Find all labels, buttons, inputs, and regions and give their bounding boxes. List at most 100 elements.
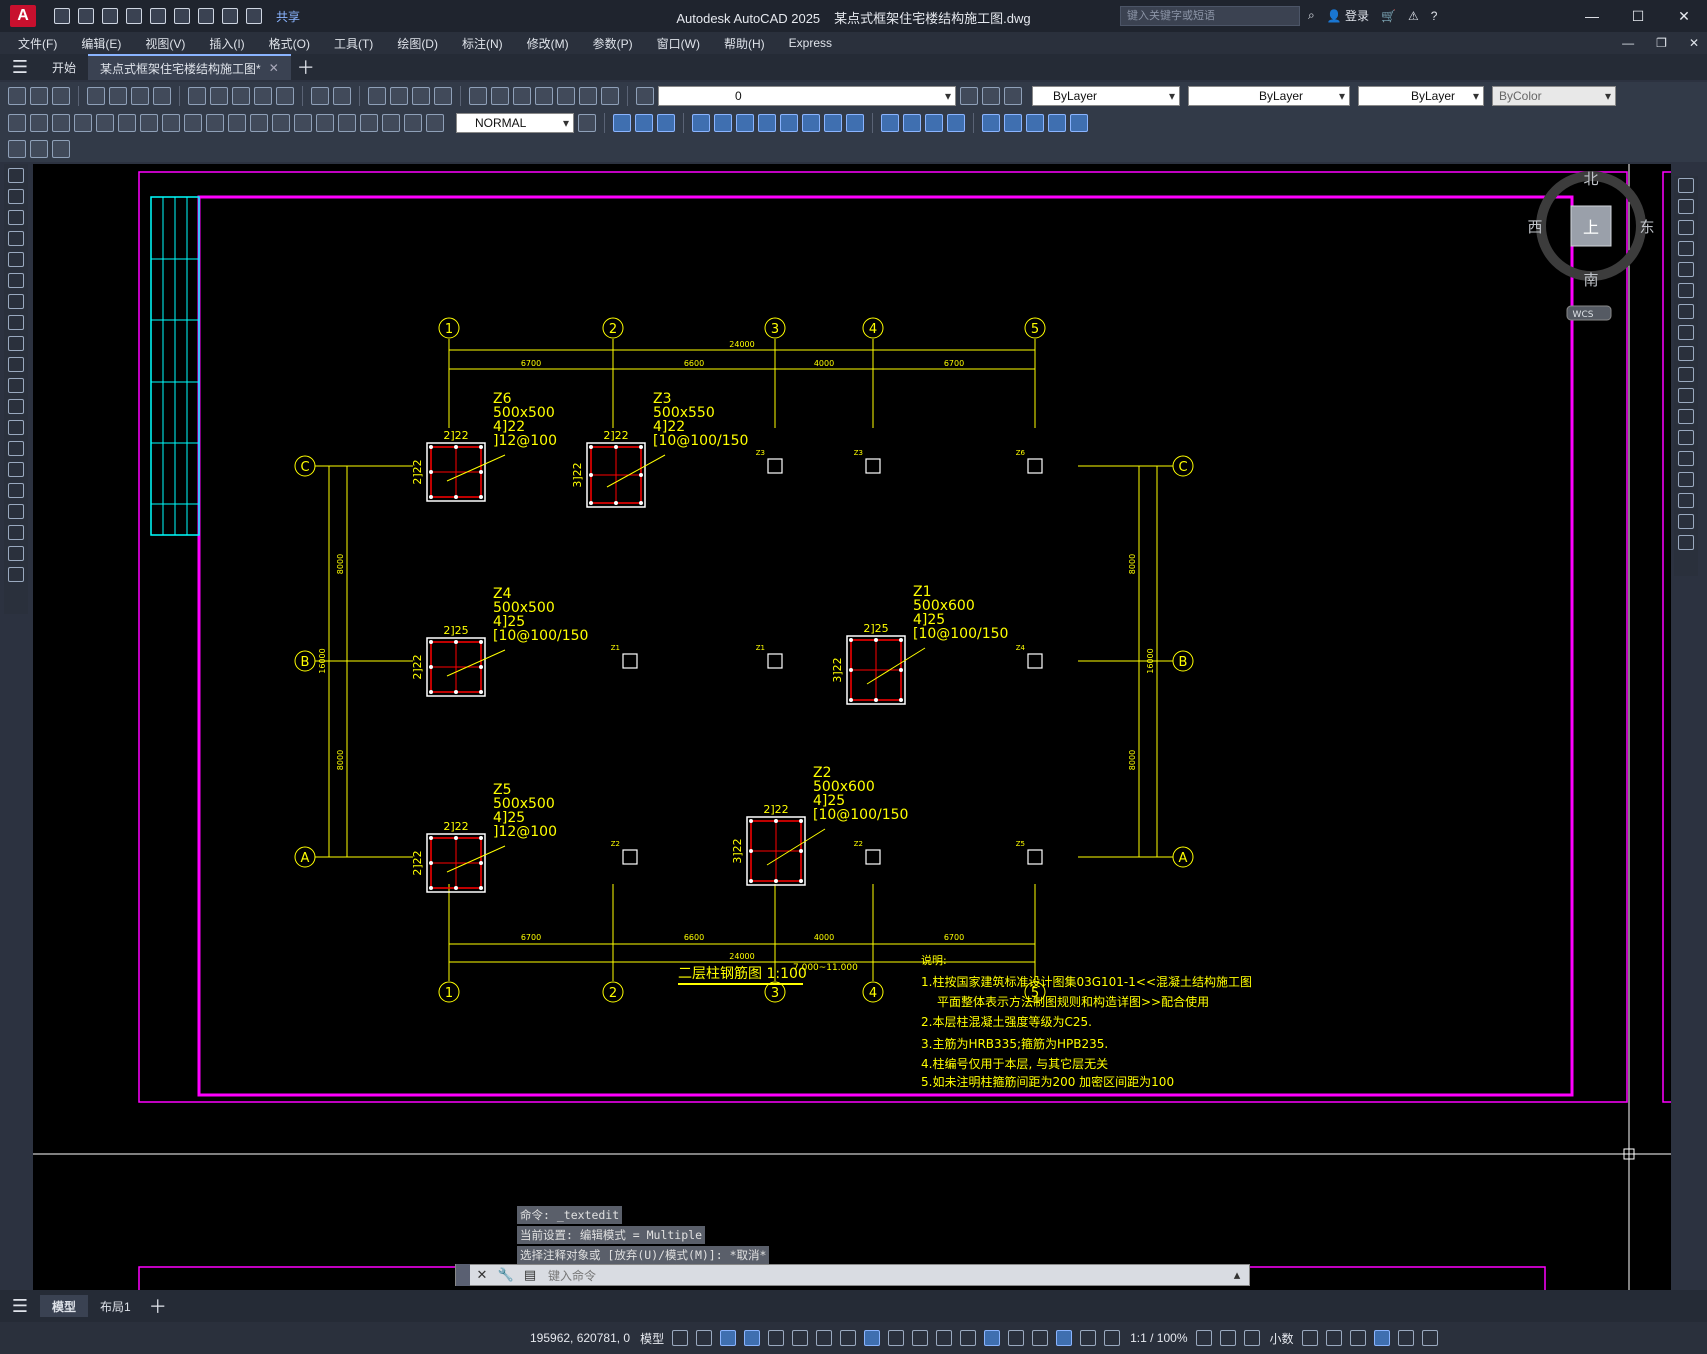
ucs-object-icon[interactable] — [1070, 114, 1088, 132]
zoom-realtime-icon[interactable] — [390, 87, 408, 105]
scale-icon[interactable] — [1678, 325, 1694, 340]
doc-close-icon[interactable]: ✕ — [1689, 36, 1699, 50]
table-icon[interactable] — [8, 525, 24, 540]
dim-break-icon[interactable] — [272, 114, 290, 132]
pdf-icon[interactable] — [153, 87, 171, 105]
tool-palette-icon[interactable] — [513, 87, 531, 105]
coordinates-readout[interactable]: 195962, 620781, 0 — [530, 1331, 630, 1345]
isodraft-icon[interactable] — [816, 1330, 833, 1346]
menu-item-10[interactable]: 窗口(W) — [657, 35, 700, 52]
erase-icon[interactable] — [1678, 178, 1694, 193]
view-bottom-icon[interactable] — [635, 114, 653, 132]
close-tab-icon[interactable]: ✕ — [269, 61, 279, 75]
dim-space-icon[interactable] — [250, 114, 268, 132]
drawing-canvas[interactable]: 1 1 2 2 3 3 4 4 5 5 C C B B A A 24000 6700 6600 4000 6700 670… — [33, 164, 1671, 1290]
tab-start[interactable]: 开始 — [40, 54, 88, 80]
explode-icon[interactable] — [1678, 535, 1694, 550]
spline-icon[interactable] — [8, 336, 24, 351]
quick-dim-icon[interactable] — [184, 114, 202, 132]
dim-diameter-icon[interactable] — [140, 114, 158, 132]
visual-style-realistic-icon[interactable] — [925, 114, 943, 132]
3d-osnap-icon[interactable] — [960, 1330, 977, 1346]
offset-icon[interactable] — [1678, 241, 1694, 256]
close-icon[interactable]: ✕ — [1661, 0, 1707, 32]
polygon-icon[interactable] — [8, 231, 24, 246]
menu-item-7[interactable]: 标注(N) — [462, 35, 503, 52]
open-file-icon[interactable] — [78, 8, 94, 24]
break-icon[interactable] — [1678, 430, 1694, 445]
units-dropdown[interactable]: 小数 — [1270, 1330, 1294, 1347]
view-right-icon[interactable] — [692, 114, 710, 132]
maximize-icon[interactable]: ☐ — [1615, 0, 1661, 32]
grid-icon[interactable] — [672, 1330, 689, 1346]
chamfer-icon[interactable] — [1678, 472, 1694, 487]
make-block-icon[interactable] — [8, 420, 24, 435]
infer-constraints-icon[interactable] — [720, 1330, 737, 1346]
pan-icon[interactable] — [368, 87, 386, 105]
dim-radius-icon[interactable] — [96, 114, 114, 132]
plot-icon[interactable] — [87, 87, 105, 105]
quick-properties-icon[interactable] — [1301, 1330, 1318, 1346]
plot-icon[interactable] — [174, 8, 190, 24]
mtext-icon[interactable] — [8, 546, 24, 561]
lineweight-dropdown[interactable]: ByLayer — [1358, 86, 1484, 106]
line-icon[interactable] — [8, 168, 24, 183]
rotate-icon[interactable] — [1678, 304, 1694, 319]
visual-style-conceptual-icon[interactable] — [947, 114, 965, 132]
transparency-icon[interactable] — [912, 1330, 929, 1346]
annotation-scale-icon[interactable] — [1104, 1330, 1121, 1346]
move-icon[interactable] — [1678, 283, 1694, 298]
open-icon[interactable] — [30, 87, 48, 105]
selection-cycling-icon[interactable] — [936, 1330, 953, 1346]
copy-object-icon[interactable] — [1678, 199, 1694, 214]
tab-layout1[interactable]: 布局1 — [88, 1295, 143, 1317]
help-icon[interactable] — [601, 87, 619, 105]
plotstyle-dropdown[interactable]: ByColor — [1492, 86, 1616, 106]
dim-angular-icon[interactable] — [162, 114, 180, 132]
point-icon[interactable] — [8, 441, 24, 456]
menu-item-0[interactable]: 文件(F) — [18, 35, 57, 52]
dim-edit-icon[interactable] — [382, 114, 400, 132]
tab-model[interactable]: 模型 — [40, 1295, 89, 1317]
insert-block-icon[interactable] — [8, 399, 24, 414]
revision-cloud-icon[interactable] — [8, 315, 24, 330]
history-toggle-icon[interactable]: ▴ — [1225, 1267, 1249, 1283]
gizmo-icon[interactable] — [1032, 1330, 1049, 1346]
menu-item-11[interactable]: 帮助(H) — [724, 35, 765, 52]
object-snap-tracking-icon[interactable] — [840, 1330, 857, 1346]
view-left-icon[interactable] — [657, 114, 675, 132]
markup-icon[interactable] — [557, 87, 575, 105]
ucs-icon[interactable] — [982, 114, 1000, 132]
command-grip[interactable] — [456, 1264, 470, 1286]
save-as-icon[interactable] — [126, 8, 142, 24]
clean-screen-icon[interactable] — [1397, 1330, 1414, 1346]
doc-minimize-icon[interactable]: — — [1622, 36, 1634, 50]
join-icon[interactable] — [1678, 451, 1694, 466]
menu-item-1[interactable]: 编辑(E) — [81, 35, 121, 52]
selection-filter-icon[interactable] — [1008, 1330, 1025, 1346]
model-space-button[interactable]: 模型 — [640, 1330, 664, 1347]
visual-style-hidden-icon[interactable] — [903, 114, 921, 132]
undo-icon[interactable] — [311, 87, 329, 105]
publish-icon[interactable] — [150, 8, 166, 24]
redo-icon[interactable] — [246, 8, 262, 24]
ucs-dynamic-icon[interactable] — [984, 1330, 1001, 1346]
jogged-linear-icon[interactable] — [360, 114, 378, 132]
center-mark-icon[interactable] — [316, 114, 334, 132]
polar-icon[interactable] — [792, 1330, 809, 1346]
view-back-icon[interactable] — [736, 114, 754, 132]
preview-icon[interactable] — [109, 87, 127, 105]
ellipse-icon[interactable] — [8, 357, 24, 372]
drawing-svg[interactable]: 1122334455C CB BA A240006700 6600 4000 6700670… — [33, 164, 1671, 1290]
isolate-objects-icon[interactable] — [1349, 1330, 1366, 1346]
publish-icon[interactable] — [131, 87, 149, 105]
paste-icon[interactable] — [232, 87, 250, 105]
dim-ordinate-icon[interactable] — [74, 114, 92, 132]
layer-dropdown[interactable]: 0 — [658, 86, 956, 106]
ucs-face-icon[interactable] — [1048, 114, 1066, 132]
array-icon[interactable] — [1678, 262, 1694, 277]
add-layout-icon[interactable]: ＋ — [143, 1293, 173, 1319]
layer-properties-icon[interactable] — [636, 87, 654, 105]
command-input[interactable]: 键入命令 — [542, 1267, 1225, 1284]
blend-icon[interactable] — [1678, 514, 1694, 529]
